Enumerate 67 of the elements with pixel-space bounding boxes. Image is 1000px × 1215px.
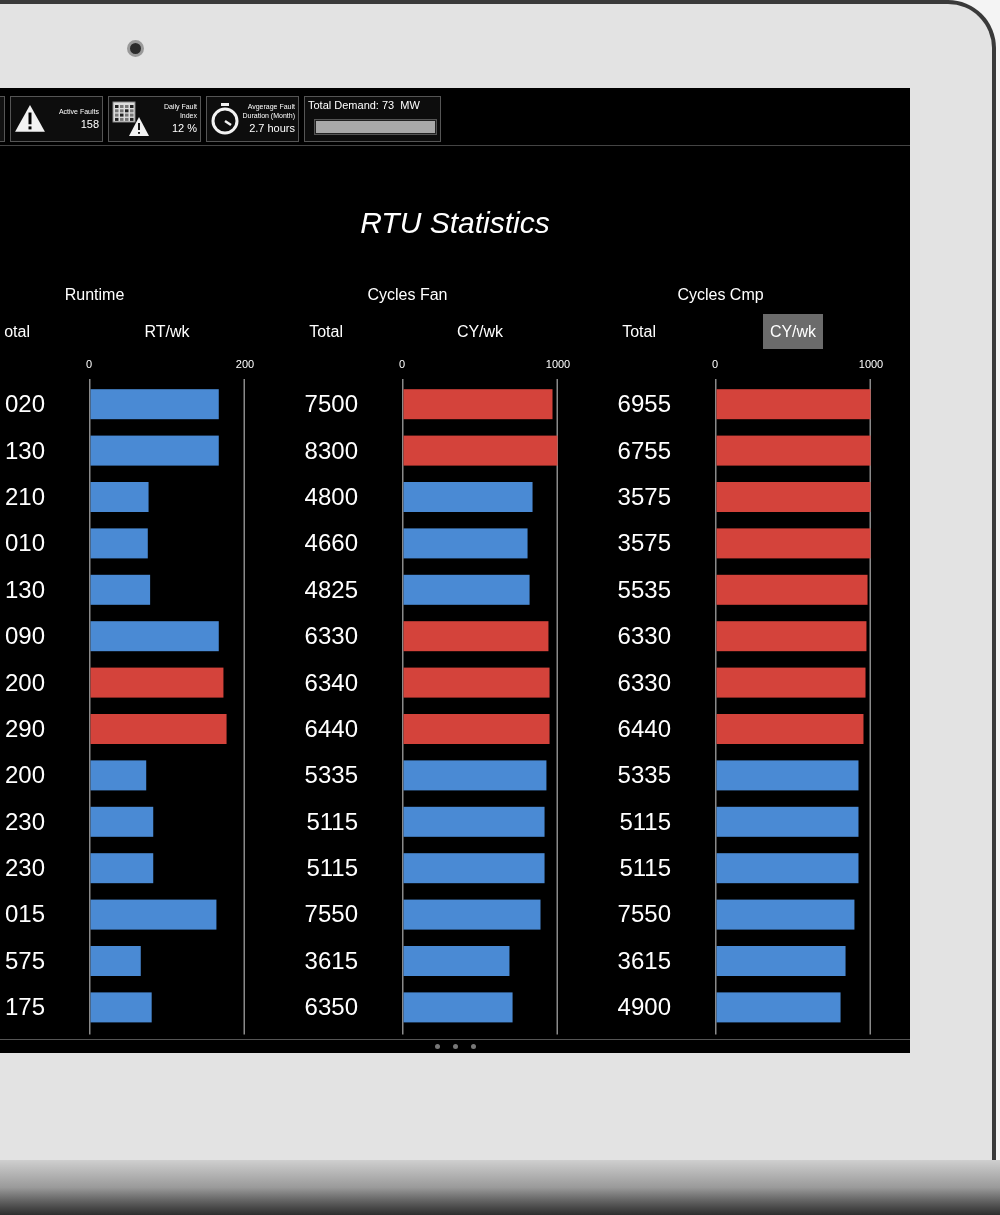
total-value: 6330	[617, 622, 671, 651]
column-header[interactable]: CY/wk	[449, 314, 511, 349]
tile-value: 12 %	[171, 121, 197, 135]
axis-tick-label: 1000	[545, 357, 571, 371]
group-title: Cycles Fan	[366, 285, 449, 305]
total-value: 8300	[304, 436, 358, 465]
column-header[interactable]: otal	[0, 314, 37, 349]
total-value: 6330	[617, 668, 671, 697]
axis-tick-label: 1000	[858, 357, 884, 371]
total-value: 4660	[304, 529, 358, 558]
total-value: 5115	[619, 854, 671, 883]
total-value: 130	[4, 575, 45, 604]
total-value: 015	[4, 900, 45, 929]
axis-tick-label: 0	[711, 357, 719, 371]
column-header[interactable]: CY/wk	[762, 314, 824, 349]
total-value: 4800	[304, 482, 358, 511]
column-header[interactable]: RT/wk	[137, 314, 197, 349]
total-value: 3575	[617, 529, 671, 558]
page-title: RTU Statistics	[359, 206, 551, 240]
tile-value: 2.7 hours	[249, 121, 295, 135]
tile-value: 158	[80, 116, 99, 131]
total-value: 200	[4, 668, 45, 697]
total-value: 5115	[619, 807, 671, 836]
total-value: 130	[4, 436, 45, 465]
total-value: 230	[4, 807, 45, 836]
total-value: 020	[4, 390, 45, 419]
total-value: 7500	[304, 390, 358, 419]
column-header[interactable]: Total	[615, 314, 663, 349]
total-value: 6440	[617, 714, 671, 743]
calendar-warning-icon	[112, 100, 150, 137]
total-value: 5115	[306, 807, 358, 836]
stopwatch-icon	[210, 101, 240, 136]
total-value: 6955	[617, 390, 671, 419]
total-value: 210	[4, 482, 45, 511]
total-value: 230	[4, 854, 45, 883]
total-value: 5335	[617, 761, 671, 790]
axis-tick-label: 200	[235, 357, 255, 371]
group-title: Runtime	[63, 285, 126, 305]
total-value: 3575	[617, 482, 671, 511]
total-value: 290	[4, 714, 45, 743]
total-value: 6340	[304, 668, 358, 697]
total-value: 4825	[304, 575, 358, 604]
total-value: 5115	[306, 854, 358, 883]
total-value: 4900	[617, 993, 671, 1022]
total-value: 010	[4, 529, 45, 558]
total-value: 7550	[617, 900, 671, 929]
total-value: 3615	[304, 946, 358, 975]
warning-icon	[14, 104, 46, 133]
total-value: 6755	[617, 436, 671, 465]
axis-tick-label: 0	[398, 357, 406, 371]
axis-tick-label: 0	[85, 357, 93, 371]
total-value: 3615	[617, 946, 671, 975]
total-value: 575	[4, 946, 45, 975]
camera-icon	[127, 39, 144, 57]
group-title: Cycles Cmp	[676, 285, 765, 305]
total-value: 6440	[304, 714, 358, 743]
total-value: 175	[4, 993, 45, 1022]
total-value: 090	[4, 622, 45, 651]
total-value: 5535	[617, 575, 671, 604]
total-value: 200	[4, 761, 45, 790]
total-value: 7550	[304, 900, 358, 929]
demand-label: Total Demand: 73 MW	[308, 97, 421, 112]
tile-edge	[0, 95, 5, 142]
column-header[interactable]: Total	[302, 314, 350, 349]
total-value: 5335	[304, 761, 358, 790]
total-value: 6330	[304, 622, 358, 651]
total-value: 6350	[304, 993, 358, 1022]
